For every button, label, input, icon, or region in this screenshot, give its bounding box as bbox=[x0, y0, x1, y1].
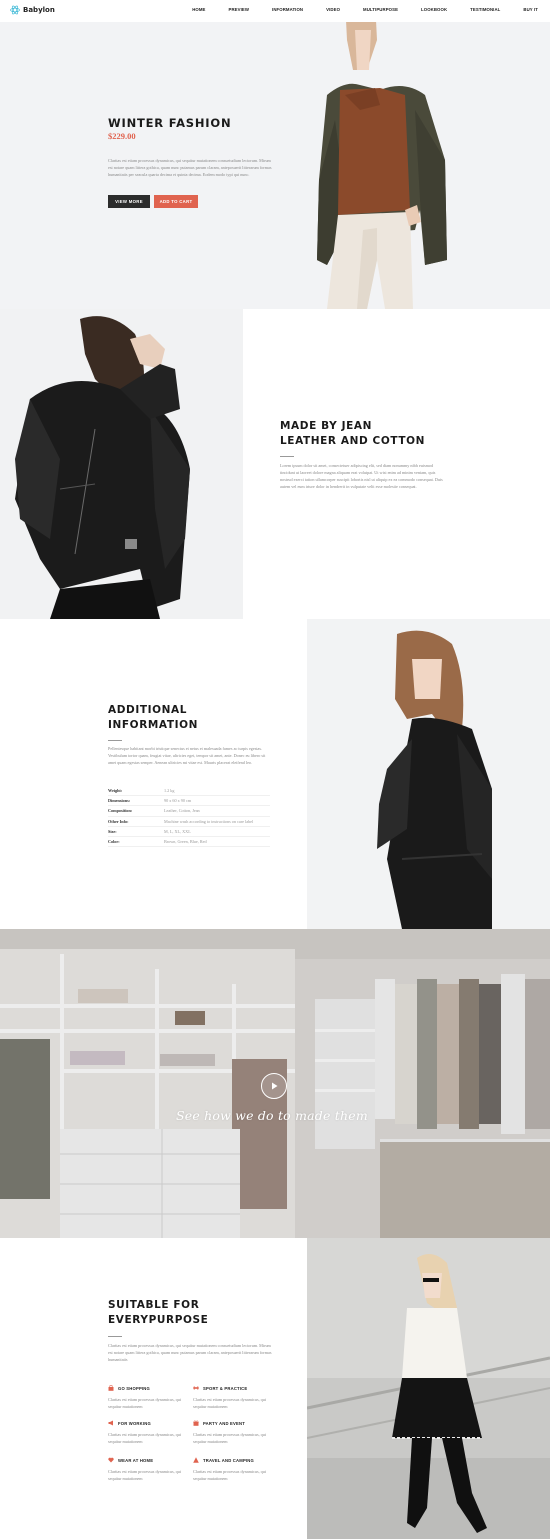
hero-title: WINTER FASHION bbox=[108, 116, 232, 130]
nav-home[interactable]: HOME bbox=[192, 7, 205, 12]
play-icon bbox=[272, 1082, 278, 1090]
megaphone-icon bbox=[108, 1420, 113, 1426]
video-caption: See how we do to made them bbox=[176, 1108, 368, 1123]
nav-video[interactable]: VIDEO bbox=[326, 7, 340, 12]
divider bbox=[108, 740, 122, 741]
view-more-button[interactable]: VIEW MORE bbox=[108, 195, 150, 208]
cardigan-model-photo bbox=[307, 619, 550, 929]
hero-description: Claritas est etiam processus dynamicus, … bbox=[108, 158, 272, 177]
feature-party-event: PARTY AND EVENT Claritas est etiam proce… bbox=[193, 1420, 267, 1444]
add-to-cart-button[interactable]: ADD TO CART bbox=[154, 195, 198, 208]
nav-multipurpose[interactable]: MULTIPURPOSE bbox=[363, 7, 398, 12]
spec-table: Weight: 1.2 kg Dimensions: 90 x 60 x 90 … bbox=[108, 786, 270, 848]
main-menu: HOME PREVIEW INFORMATION VIDEO MULTIPURP… bbox=[169, 7, 538, 12]
nav-preview[interactable]: PREVIEW bbox=[229, 7, 250, 12]
outdoor-model-photo bbox=[307, 1238, 550, 1539]
info-description: Pellentesque habitant morbi tristique se… bbox=[108, 746, 266, 765]
feature-sport-practice: SPORT & PRACTICE Claritas est etiam proc… bbox=[193, 1385, 267, 1410]
material-description: Lorem ipsum dolor sit amet, consectetuer… bbox=[280, 463, 443, 489]
purpose-description: Claritas est etiam processus dynamicus, … bbox=[108, 1343, 272, 1362]
nav-lookbook[interactable]: LOOKBOOK bbox=[421, 7, 447, 12]
brand-logo[interactable]: Babylon bbox=[10, 5, 55, 15]
spec-row: Composition: Leather, Cotton, Jean bbox=[108, 806, 270, 817]
info-title: ADDITIONAL INFORMATION bbox=[108, 704, 199, 731]
spec-row: Weight: 1.2 kg bbox=[108, 786, 270, 797]
spec-row: Size: M, L, XL, XXL bbox=[108, 827, 270, 837]
sport-icon bbox=[193, 1386, 199, 1390]
feature-go-shopping: GO SHOPPING Claritas est etiam processus… bbox=[108, 1385, 182, 1409]
top-navigation: Babylon HOME PREVIEW INFORMATION VIDEO M… bbox=[0, 0, 550, 22]
nav-testimonial[interactable]: TESTIMONIAL bbox=[470, 7, 500, 12]
heart-icon bbox=[108, 1457, 114, 1463]
spec-row: Other Info: Machine wash according to in… bbox=[108, 817, 270, 827]
nav-information[interactable]: INFORMATION bbox=[272, 7, 303, 12]
shopping-bag-icon bbox=[108, 1385, 114, 1391]
purpose-section: SUITABLE FOR EVERYPURPOSE Claritas est e… bbox=[0, 1238, 550, 1539]
divider bbox=[280, 456, 294, 457]
camping-icon bbox=[193, 1457, 199, 1463]
party-icon bbox=[193, 1420, 199, 1426]
feature-travel-camping: TRAVEL AND CAMPING Claritas est etiam pr… bbox=[193, 1457, 267, 1481]
hero-section: WINTER FASHION $229.00 Claritas est etia… bbox=[0, 0, 550, 309]
purpose-title: SUITABLE FOR EVERYPURPOSE bbox=[108, 1299, 209, 1326]
feature-wear-at-home: WEAR AT HOME Claritas est etiam processu… bbox=[108, 1457, 182, 1482]
spec-row: Dimensions: 90 x 60 x 90 cm bbox=[108, 796, 270, 807]
hero-model-photo bbox=[317, 0, 447, 309]
brand-name: Babylon bbox=[23, 6, 55, 14]
divider bbox=[108, 1336, 122, 1337]
leather-jacket-photo bbox=[0, 309, 243, 619]
feature-for-working: FOR WORKING Claritas est etiam processus… bbox=[108, 1420, 182, 1444]
material-section: MADE BY JEAN LEATHER AND COTTON Lorem ip… bbox=[0, 309, 550, 619]
hero-price: $229.00 bbox=[108, 131, 136, 141]
info-section: ADDITIONAL INFORMATION Pellentesque habi… bbox=[0, 619, 550, 929]
nav-buy-it[interactable]: BUY IT bbox=[523, 7, 538, 12]
material-title: MADE BY JEAN LEATHER AND COTTON bbox=[280, 420, 426, 447]
spec-row: Color: Brown, Green, Blue, Red bbox=[108, 837, 270, 848]
atom-logo-icon bbox=[10, 5, 20, 15]
video-section: See how we do to made them bbox=[0, 929, 550, 1238]
play-video-button[interactable] bbox=[261, 1073, 287, 1099]
